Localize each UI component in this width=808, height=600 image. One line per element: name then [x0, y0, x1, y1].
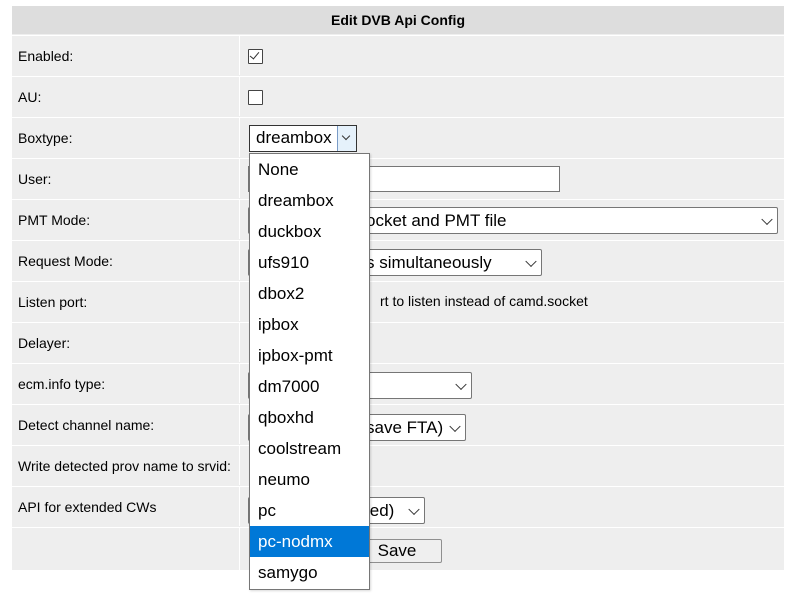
dropdown-option[interactable]: coolstream: [250, 433, 369, 464]
check-icon: [249, 49, 260, 60]
row-au: AU:: [12, 76, 784, 116]
row-listen-port: Listen port: rt to listen instead of cam…: [12, 281, 784, 321]
boxtype-label: Boxtype:: [12, 118, 240, 157]
enabled-label: Enabled:: [12, 36, 240, 75]
row-request-mode: Request Mode: s simultaneously: [12, 240, 784, 280]
panel-title: Edit DVB Api Config: [12, 6, 784, 34]
row-save: Save: [12, 527, 784, 570]
dropdown-option[interactable]: dbox2: [250, 278, 369, 309]
au-label: AU:: [12, 77, 240, 116]
chevron-down-icon: [449, 420, 461, 432]
ecm-info-type-label: ecm.info type:: [12, 364, 240, 403]
dropdown-option[interactable]: ipbox: [250, 309, 369, 340]
dropdown-option[interactable]: ufs910: [250, 247, 369, 278]
row-delayer: Delayer:: [12, 322, 784, 362]
config-panel: Edit DVB Api Config Enabled: AU: Boxtype…: [12, 6, 784, 570]
request-mode-label: Request Mode:: [12, 241, 240, 280]
dropdown-option[interactable]: duckbox: [250, 216, 369, 247]
row-boxtype: Boxtype:: [12, 117, 784, 157]
dropdown-option[interactable]: ipbox-pmt: [250, 340, 369, 371]
listen-port-label: Listen port:: [12, 282, 240, 321]
listen-port-hint: rt to listen instead of camd.socket: [380, 293, 588, 309]
chevron-down-icon: [761, 213, 773, 225]
chevron-down-icon: [455, 378, 467, 390]
request-mode-value: s simultaneously: [366, 252, 492, 272]
boxtype-dropdown-button[interactable]: [337, 126, 356, 151]
dropdown-option[interactable]: qboxhd: [250, 402, 369, 433]
detect-channel-name-value: save FTA): [366, 417, 444, 437]
chevron-down-icon: [341, 131, 351, 141]
write-prov-name-label: Write detected prov name to srvid:: [12, 446, 240, 485]
enabled-checkbox[interactable]: [248, 49, 263, 64]
row-user: User:: [12, 158, 784, 198]
pmt-mode-label: PMT Mode:: [12, 200, 240, 239]
row-ecm-info-type: ecm.info type:: [12, 363, 784, 403]
detect-channel-name-label: Detect channel name:: [12, 405, 240, 444]
save-row-label: [12, 528, 240, 570]
row-pmt-mode: PMT Mode: ocket and PMT file: [12, 199, 784, 239]
dropdown-option[interactable]: dm7000: [250, 371, 369, 402]
api-extended-cws-value: led): [366, 500, 395, 520]
row-enabled: Enabled:: [12, 35, 784, 75]
au-cell: [241, 77, 784, 116]
row-write-prov-name: Write detected prov name to srvid:: [12, 445, 784, 485]
dropdown-option[interactable]: dreambox: [250, 185, 369, 216]
enabled-cell: [241, 36, 784, 75]
boxtype-select[interactable]: dreambox: [249, 125, 357, 152]
dropdown-option[interactable]: neumo: [250, 464, 369, 495]
dropdown-option[interactable]: None: [250, 154, 369, 185]
chevron-down-icon: [525, 255, 537, 267]
boxtype-dropdown-list[interactable]: None dreambox duckbox ufs910 dbox2 ipbox…: [249, 153, 370, 590]
delayer-label: Delayer:: [12, 323, 240, 362]
dropdown-option-highlighted[interactable]: pc-nodmx: [250, 526, 369, 557]
api-extended-cws-label: API for extended CWs: [12, 487, 240, 526]
chevron-down-icon: [408, 503, 420, 515]
boxtype-value: dreambox: [256, 128, 332, 147]
row-detect-channel-name: Detect channel name: save FTA): [12, 404, 784, 444]
row-api-extended-cws: API for extended CWs led): [12, 486, 784, 526]
dropdown-option[interactable]: pc: [250, 495, 369, 526]
dropdown-option[interactable]: samygo: [250, 557, 369, 588]
au-checkbox[interactable]: [248, 90, 263, 105]
pmt-mode-value: ocket and PMT file: [366, 210, 507, 230]
user-label: User:: [12, 159, 240, 198]
